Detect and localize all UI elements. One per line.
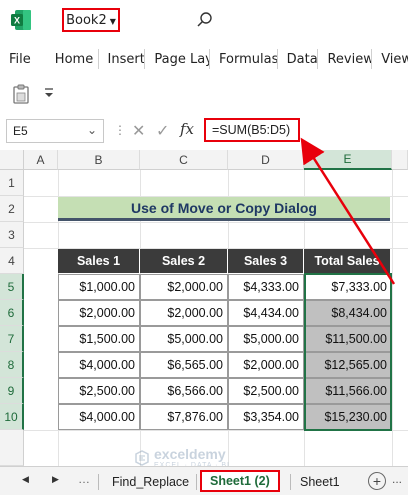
table-cell[interactable]: $2,000.00 (228, 352, 304, 378)
chevron-down-icon[interactable]: ⌄ (87, 123, 97, 137)
row-header-4[interactable]: 4 (0, 248, 24, 274)
table-cell[interactable]: $6,566.00 (140, 378, 228, 404)
table-cell[interactable]: $2,000.00 (140, 274, 228, 300)
column-header-d[interactable]: D (228, 150, 304, 170)
menu-formulas[interactable]: Formulas (210, 44, 277, 74)
ribbon-menu: File Home Insert Page Layo Formulas Data… (0, 44, 408, 74)
title-bar: X Book2 ▼ (0, 0, 408, 40)
menu-data[interactable]: Data (278, 44, 318, 74)
insert-function-icon[interactable]: fx (180, 120, 194, 138)
table-cell[interactable]: $5,000.00 (140, 326, 228, 352)
tab-separator (196, 474, 197, 490)
header-sales-2[interactable]: Sales 2 (140, 249, 228, 273)
row-header-2[interactable]: 2 (0, 196, 24, 222)
row-header-1[interactable]: 1 (0, 170, 24, 196)
table-cell[interactable]: $2,000.00 (58, 300, 140, 326)
select-all-corner[interactable] (0, 150, 24, 170)
tab-sheet1[interactable]: Sheet1 (300, 472, 340, 492)
table-cell[interactable]: $4,000.00 (58, 404, 140, 430)
selection-range-border (304, 273, 392, 431)
table-cell[interactable]: $2,500.00 (58, 378, 140, 404)
menu-view[interactable]: View (372, 44, 408, 74)
search-icon[interactable] (195, 10, 215, 30)
menu-file[interactable]: File (0, 44, 46, 74)
add-sheet-icon[interactable]: + (368, 472, 386, 490)
exceldemy-logo-icon (135, 449, 149, 466)
table-cell[interactable]: $4,000.00 (58, 352, 140, 378)
row-header-6[interactable]: 6 (0, 300, 24, 326)
workbook-name: Book2 (66, 12, 107, 28)
row-header-10[interactable]: 10 (0, 404, 24, 430)
table-cell[interactable]: $6,565.00 (140, 352, 228, 378)
table-cell[interactable]: $4,333.00 (228, 274, 304, 300)
column-header-b[interactable]: B (58, 150, 140, 170)
tab-find-replace[interactable]: Find_Replace (112, 472, 189, 492)
table-cell[interactable]: $1,500.00 (58, 326, 140, 352)
gridline (392, 170, 393, 466)
menu-review[interactable]: Review (318, 44, 371, 74)
table-cell[interactable]: $3,354.00 (228, 404, 304, 430)
row-header-9[interactable]: 9 (0, 378, 24, 404)
column-header-a[interactable]: A (24, 150, 58, 170)
row-header-3[interactable]: 3 (0, 222, 24, 248)
excel-logo-icon: X (11, 10, 31, 30)
header-sales-1[interactable]: Sales 1 (58, 249, 140, 273)
column-header-e[interactable]: E (304, 150, 392, 170)
header-total-sales[interactable]: Total Sales (304, 249, 390, 273)
row-header-11[interactable] (0, 430, 24, 466)
table-cell[interactable]: $1,000.00 (58, 274, 140, 300)
sheet-title-cell[interactable]: Use of Move or Copy Dialog (58, 197, 390, 221)
paste-icon[interactable] (12, 84, 30, 104)
tab-separator (290, 474, 291, 490)
gridline (24, 222, 408, 223)
enter-check-icon[interactable]: ✓ (156, 121, 169, 141)
svg-text:X: X (14, 16, 20, 26)
customize-toolbar-icon[interactable] (44, 86, 54, 100)
cancel-icon[interactable]: ✕ (132, 121, 145, 141)
formula-bar: E5 ⌄ ⋮ ✕ ✓ fx =SUM(B5:D5) (0, 116, 408, 146)
table-cell[interactable]: $4,434.00 (228, 300, 304, 326)
column-header-c[interactable]: C (140, 150, 228, 170)
row-header-5[interactable]: 5 (0, 274, 24, 300)
scroll-tabs-left-icon[interactable]: ◀ (22, 474, 29, 485)
chevron-down-icon: ▼ (109, 16, 116, 26)
name-box-value: E5 (13, 124, 28, 138)
header-sales-3[interactable]: Sales 3 (228, 249, 304, 273)
menu-page-layout[interactable]: Page Layo (145, 44, 209, 74)
row-header-8[interactable]: 8 (0, 352, 24, 378)
more-tabs-icon[interactable]: … (78, 472, 90, 486)
more-options-icon[interactable]: ... (392, 472, 402, 486)
menu-insert[interactable]: Insert (99, 44, 145, 74)
name-box[interactable]: E5 ⌄ (6, 119, 104, 143)
table-cell[interactable]: $5,000.00 (228, 326, 304, 352)
tab-separator (98, 474, 99, 490)
quick-toolbar (0, 78, 408, 110)
watermark-name: exceldemy (154, 446, 226, 462)
scroll-tabs-right-icon[interactable]: ▶ (52, 474, 59, 485)
row-header-7[interactable]: 7 (0, 326, 24, 352)
more-options-icon[interactable]: ⋮ (114, 123, 126, 137)
workbook-name-dropdown[interactable]: Book2 ▼ (62, 8, 120, 32)
table-cell[interactable]: $7,876.00 (140, 404, 228, 430)
formula-input[interactable]: =SUM(B5:D5) (204, 118, 300, 142)
column-header-f[interactable] (392, 150, 408, 170)
sheet-tab-bar: ◀ ▶ … Find_Replace Sheet1 (2) Sheet1 + .… (0, 466, 408, 495)
table-cell[interactable]: $2,000.00 (140, 300, 228, 326)
menu-home[interactable]: Home (46, 44, 98, 74)
tab-sheet1-copy-active[interactable]: Sheet1 (2) (200, 470, 280, 492)
table-cell[interactable]: $2,500.00 (228, 378, 304, 404)
